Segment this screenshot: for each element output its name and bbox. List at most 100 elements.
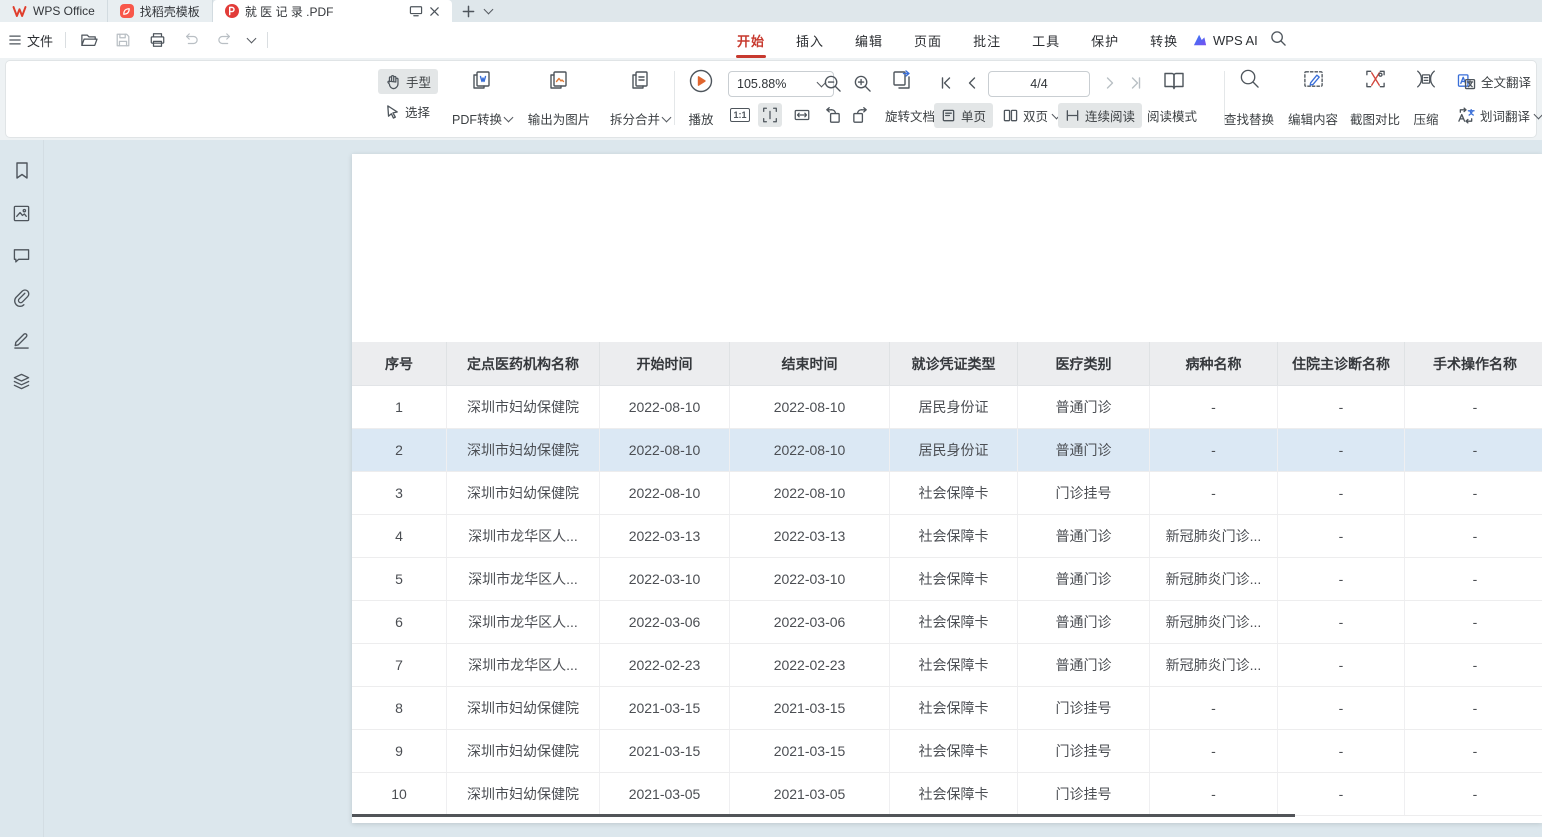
file-menu-button[interactable]: 文件 — [8, 31, 53, 50]
fit-width-button[interactable] — [790, 103, 814, 127]
menu-tab-convert[interactable]: 转换 — [1149, 27, 1179, 54]
table-cell: 居民身份证 — [890, 429, 1018, 471]
pdf-convert-button[interactable]: PDF转换 — [438, 68, 526, 128]
chevron-down-icon — [504, 112, 514, 122]
wps-ai-button[interactable]: WPS AI — [1192, 22, 1258, 58]
actual-size-button[interactable]: 1:1 — [728, 103, 752, 127]
new-tab-icon[interactable] — [462, 5, 475, 18]
word-translate-button[interactable]: 划词翻译 — [1450, 103, 1542, 128]
rotate-right-button[interactable] — [848, 103, 872, 127]
select-tool-button[interactable]: 选择 — [378, 99, 437, 124]
read-mode-icon-button[interactable] — [1162, 69, 1186, 93]
menu-tab-home[interactable]: 开始 — [736, 27, 766, 54]
screen-share-icon[interactable] — [409, 5, 423, 17]
first-page-button[interactable] — [934, 71, 958, 95]
file-menu-label: 文件 — [27, 31, 53, 50]
table-cell: 深圳市妇幼保健院 — [447, 730, 600, 772]
table-cell: - — [1405, 644, 1542, 686]
save-button[interactable] — [112, 29, 134, 51]
table-cell: 普通门诊 — [1018, 386, 1150, 428]
zoom-out-button[interactable] — [820, 71, 844, 95]
docer-icon — [120, 4, 134, 18]
play-button[interactable]: 播放 — [678, 68, 724, 128]
search-icon[interactable] — [1270, 30, 1287, 47]
export-image-button[interactable]: 输出为图片 — [520, 68, 598, 128]
edit-content-button[interactable]: 编辑内容 — [1282, 68, 1344, 128]
bookmark-icon — [13, 161, 31, 181]
fit-width-icon — [793, 106, 811, 124]
print-button[interactable] — [146, 29, 168, 51]
menu-tab-edit[interactable]: 编辑 — [854, 27, 884, 54]
double-page-button[interactable]: 双页 — [996, 103, 1067, 128]
thumbnail-panel-button[interactable] — [11, 202, 33, 224]
ribbon-strip: 手型 选择 PDF转换 输出为图片 拆分合并 播放 105.88% — [0, 58, 1542, 140]
rotate-document-button[interactable]: 旋转文档 — [878, 103, 942, 128]
single-page-label: 单页 — [961, 106, 986, 125]
wps-ai-label: WPS AI — [1213, 33, 1258, 48]
next-page-button[interactable] — [1098, 71, 1122, 95]
medical-records-table: 序号定点医药机构名称开始时间结束时间就诊凭证类型医疗类别病种名称住院主诊断名称手… — [352, 342, 1542, 816]
page-indicator: 4/4 — [1030, 77, 1047, 91]
comment-panel-button[interactable] — [11, 244, 33, 266]
table-cell: 普通门诊 — [1018, 644, 1150, 686]
play-label: 播放 — [688, 109, 713, 128]
zoom-level-select[interactable]: 105.88% — [728, 71, 834, 97]
table-cell: - — [1405, 386, 1542, 428]
table-cell: 门诊挂号 — [1018, 687, 1150, 729]
swap-pages-button[interactable] — [890, 69, 914, 93]
page-number-input[interactable]: 4/4 — [988, 71, 1090, 97]
bookmark-panel-button[interactable] — [11, 160, 33, 182]
zoom-in-button[interactable] — [850, 71, 874, 95]
table-cell: - — [1150, 429, 1278, 471]
folder-open-icon — [80, 32, 98, 48]
compress-button[interactable]: 压缩 — [1404, 68, 1448, 128]
column-header: 定点医药机构名称 — [447, 342, 600, 385]
tab-wps-office[interactable]: WPS Office — [0, 0, 108, 22]
previous-page-button[interactable] — [960, 71, 984, 95]
table-cell: 门诊挂号 — [1018, 773, 1150, 815]
table-cell: 2022-03-10 — [730, 558, 890, 600]
redo-button[interactable] — [214, 29, 236, 51]
table-cell: - — [1150, 472, 1278, 514]
tab-docer-templates[interactable]: 找稻壳模板 — [108, 0, 213, 22]
rotate-left-button[interactable] — [820, 103, 844, 127]
fit-page-button[interactable] — [758, 103, 782, 127]
close-tab-icon[interactable] — [429, 6, 440, 17]
table-row: 1深圳市妇幼保健院2022-08-102022-08-10居民身份证普通门诊--… — [352, 386, 1542, 429]
quick-access-chevron-icon[interactable] — [247, 34, 257, 44]
divider — [267, 32, 268, 48]
table-cell: - — [1405, 429, 1542, 471]
continuous-read-button[interactable]: 连续阅读 — [1058, 103, 1142, 128]
hand-tool-button[interactable]: 手型 — [378, 69, 438, 94]
split-merge-button[interactable]: 拆分合并 — [602, 68, 678, 128]
menu-tab-tools[interactable]: 工具 — [1031, 27, 1061, 54]
word-translate-icon — [1457, 107, 1475, 124]
layers-panel-button[interactable] — [11, 370, 33, 392]
column-header: 住院主诊断名称 — [1278, 342, 1405, 385]
column-header: 结束时间 — [730, 342, 890, 385]
table-cell: 1 — [352, 386, 447, 428]
menu-tab-annotate[interactable]: 批注 — [972, 27, 1002, 54]
split-merge-icon — [628, 68, 652, 92]
open-file-button[interactable] — [78, 29, 100, 51]
find-replace-button[interactable]: 查找替换 — [1218, 68, 1280, 128]
last-page-button[interactable] — [1124, 71, 1148, 95]
screenshot-compare-button[interactable]: 截图对比 — [1344, 68, 1406, 128]
tab-document-pdf[interactable]: 就 医 记 录 .PDF — [213, 0, 452, 22]
read-mode-button[interactable]: 阅读模式 — [1140, 103, 1204, 128]
menu-tab-page[interactable]: 页面 — [913, 27, 943, 54]
menu-tab-protect[interactable]: 保护 — [1090, 27, 1120, 54]
find-replace-label: 查找替换 — [1224, 109, 1274, 128]
undo-button[interactable] — [180, 29, 202, 51]
single-page-button[interactable]: 单页 — [934, 103, 993, 128]
full-text-translate-button[interactable]: 全文翻译 — [1450, 69, 1538, 94]
attachment-panel-button[interactable] — [11, 286, 33, 308]
menu-tab-insert[interactable]: 插入 — [795, 27, 825, 54]
table-header-row: 序号定点医药机构名称开始时间结束时间就诊凭证类型医疗类别病种名称住院主诊断名称手… — [352, 342, 1542, 386]
table-cell: 2021-03-15 — [600, 687, 730, 729]
table-cell: 社会保障卡 — [890, 472, 1018, 514]
signature-panel-button[interactable] — [11, 328, 33, 350]
table-cell: 2022-08-10 — [600, 472, 730, 514]
tab-list-chevron-icon[interactable] — [483, 5, 493, 15]
table-cell: - — [1278, 429, 1405, 471]
